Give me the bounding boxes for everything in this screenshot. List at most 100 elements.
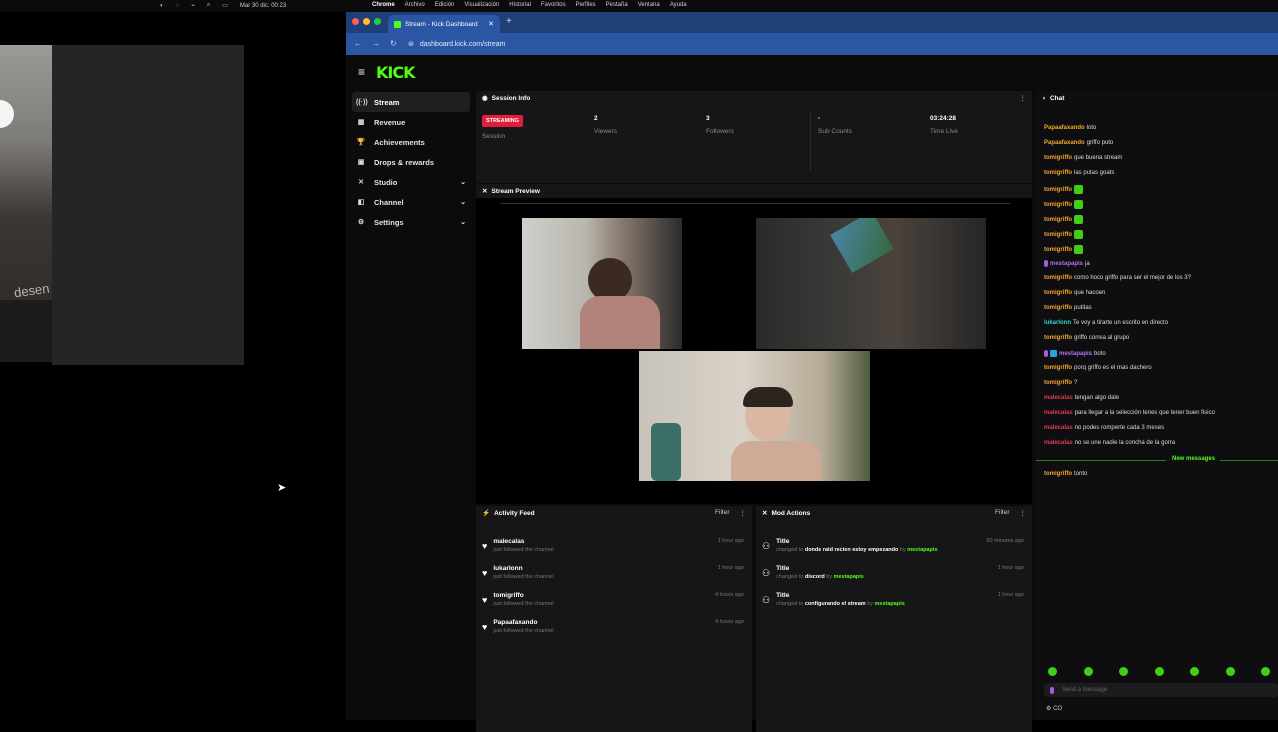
chat-username[interactable]: malecalas	[1044, 395, 1073, 401]
control-center-icon[interactable]: ◐	[160, 3, 164, 9]
sidebar-item-achievements[interactable]: 🏆 Achievements	[352, 132, 470, 152]
mod-filter-button[interactable]: Filter	[995, 509, 1009, 517]
chat-username[interactable]: tomigriffo	[1044, 217, 1072, 223]
close-tab-icon[interactable]: ✕	[488, 20, 494, 28]
chat-username[interactable]: tomigriffo	[1044, 471, 1072, 477]
menu-item[interactable]: Pestaña	[606, 2, 628, 8]
mod-action-moderator[interactable]: mestapapis	[834, 574, 864, 580]
kick-logo[interactable]: KICK	[376, 63, 415, 82]
emote-icon[interactable]	[1083, 667, 1093, 676]
mod-action-pre: changed to	[776, 601, 804, 607]
battery-icon[interactable]: ▭	[222, 2, 228, 9]
chat-username[interactable]: mestapapis	[1059, 351, 1092, 357]
chat-username[interactable]: tomigriffo	[1044, 290, 1072, 296]
chat-username[interactable]: tomigriffo	[1044, 155, 1072, 161]
chat-username[interactable]: tomigriffo	[1044, 170, 1072, 176]
chat-username[interactable]: tomigriffo	[1044, 335, 1072, 341]
browser-tab[interactable]: Stream - Kick Dashboard ✕	[388, 15, 500, 33]
mod-action-moderator[interactable]: mestapapis	[907, 547, 937, 553]
chevron-down-icon[interactable]: ⌄	[460, 178, 466, 186]
mod-action-item: ⚇ Title changed to configurando el stream …	[762, 592, 1024, 607]
activity-username[interactable]: lukarlonn	[493, 565, 553, 572]
sidebar-item-channel[interactable]: ◧ Channel ⌄	[352, 192, 470, 212]
maximize-window-button[interactable]	[374, 18, 381, 25]
new-tab-button[interactable]: +	[506, 16, 512, 27]
menubar-clock[interactable]: Mar 30 dic. 00:23	[240, 3, 286, 9]
chat-username[interactable]: tomigriffo	[1044, 305, 1072, 311]
stream-preview-video[interactable]	[476, 198, 1032, 504]
menu-item[interactable]: Archivo	[405, 2, 425, 8]
chat-text: que buena stream	[1074, 155, 1123, 161]
chevron-down-icon[interactable]: ⌄	[460, 198, 466, 206]
chat-username[interactable]: tomigriffo	[1044, 202, 1072, 208]
menu-item[interactable]: Ayuda	[670, 2, 687, 8]
chat-username[interactable]: tomigriffo	[1044, 380, 1072, 386]
chat-input[interactable]: Send a message	[1044, 683, 1278, 697]
menu-item[interactable]: Ventana	[638, 2, 660, 8]
hamburger-menu-icon[interactable]: ≡	[358, 65, 365, 79]
reload-icon[interactable]: ↻	[390, 39, 397, 48]
menu-item[interactable]: Chrome	[372, 2, 395, 8]
menu-item[interactable]: Historial	[509, 2, 531, 8]
activity-feed-panel: ⚡ Activity Feed Filter ⋮ ♥ malecalas just …	[476, 506, 752, 732]
sidebar-item-revenue[interactable]: ▦ Revenue	[352, 112, 470, 132]
chat-username[interactable]: malecalas	[1044, 410, 1073, 416]
chat-username[interactable]: tomigriffo	[1044, 232, 1072, 238]
activity-username[interactable]: tomigriffo	[493, 592, 553, 599]
activity-feed-header: ⚡ Activity Feed Filter ⋮	[476, 506, 752, 520]
viewers-value: 2	[594, 115, 598, 122]
sidebar-item-settings[interactable]: ⚙ Settings ⌄	[352, 212, 470, 232]
more-options-icon[interactable]: ⋮	[1020, 509, 1027, 517]
chat-username[interactable]: malecalas	[1044, 425, 1073, 431]
back-icon[interactable]: ←	[354, 39, 362, 48]
chat-message: tomigriffo	[1044, 215, 1083, 224]
address-bar[interactable]: ⊜ dashboard.kick.com/stream	[408, 37, 1248, 51]
menu-item[interactable]: Favoritos	[541, 2, 566, 8]
forward-icon[interactable]: →	[372, 39, 380, 48]
sidebar-item-drops-rewards[interactable]: ▣ Drops & rewards	[352, 152, 470, 172]
menu-item[interactable]: Edición	[435, 2, 455, 8]
chat-username[interactable]: tomigriffo	[1044, 275, 1072, 281]
emote-icon[interactable]	[1154, 667, 1164, 676]
activity-time: 1 hour ago	[717, 538, 744, 544]
chat-username[interactable]: tomigriffo	[1044, 247, 1072, 253]
sidebar-item-label: Revenue	[374, 117, 406, 127]
minimize-window-button[interactable]	[363, 18, 370, 25]
chat-username[interactable]: Papaafaxando	[1044, 140, 1085, 146]
sidebar-item-stream[interactable]: ((·)) Stream	[352, 92, 470, 112]
emote-icon[interactable]	[1261, 667, 1270, 676]
chevron-down-icon[interactable]: ⌄	[460, 218, 466, 226]
emote-icon[interactable]	[1225, 667, 1235, 676]
mod-action-value: discord	[804, 574, 825, 580]
wifi-icon[interactable]: ◌	[176, 3, 180, 9]
chat-settings-icon[interactable]: ⚙	[1046, 706, 1051, 712]
mod-action-pre: changed to	[776, 547, 804, 553]
more-options-icon[interactable]: ⋮	[740, 509, 747, 517]
mod-action-moderator[interactable]: mestapapis	[875, 601, 905, 607]
chat-username[interactable]: tomigriffo	[1044, 365, 1072, 371]
tab-title: Stream - Kick Dashboard	[405, 20, 478, 28]
more-options-icon[interactable]: ⋮	[1020, 94, 1027, 102]
chat-username[interactable]: lukarlonn	[1044, 320, 1071, 326]
activity-username[interactable]: malecalas	[493, 538, 553, 545]
chat-username[interactable]: malecalas	[1044, 440, 1073, 446]
chat-username[interactable]: mestapapis	[1050, 261, 1083, 267]
activity-filter-button[interactable]: Filter	[715, 509, 729, 517]
new-messages-divider[interactable]: New messages	[1036, 456, 1278, 464]
emote-icon[interactable]	[1048, 667, 1057, 676]
spotlight-search-icon[interactable]: ⌕	[207, 2, 210, 9]
emote-icon[interactable]	[1119, 667, 1128, 676]
sidebar-item-studio[interactable]: ✕ Studio ⌄	[352, 172, 470, 192]
activity-username[interactable]: Papaafaxando	[493, 619, 553, 626]
bluetooth-icon[interactable]: ⌁	[191, 2, 195, 9]
followers-stat: 3 Followers	[706, 115, 734, 135]
menu-item[interactable]: Perfiles	[576, 2, 596, 8]
site-info-icon[interactable]: ⊜	[408, 40, 414, 48]
close-window-button[interactable]	[352, 18, 359, 25]
menu-item[interactable]: Visualización	[464, 2, 499, 8]
activity-description: just followed the channel	[493, 628, 554, 634]
chat-username[interactable]: Papaafaxando	[1044, 125, 1085, 131]
emote-icon[interactable]	[1190, 667, 1199, 676]
chat-username[interactable]: tomigriffo	[1044, 187, 1072, 193]
stream-icon: ((·))	[356, 98, 368, 106]
